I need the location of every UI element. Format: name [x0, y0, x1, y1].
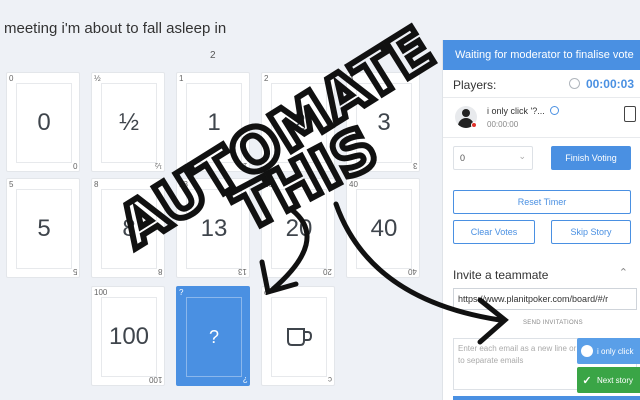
result-row: 0 ⌄ Finish Voting: [443, 138, 640, 174]
chevron-up-icon[interactable]: ⌃: [619, 266, 628, 279]
card-40[interactable]: 40 40 40: [346, 178, 420, 278]
player-time: 00:00:00: [487, 120, 519, 129]
info-icon: [581, 345, 593, 357]
card-13[interactable]: 13 13 13: [176, 178, 250, 278]
clock-icon: [569, 78, 580, 89]
card-face: ?: [186, 297, 242, 377]
finish-voting-button[interactable]: Finish Voting: [551, 146, 631, 170]
card-face: 20: [271, 189, 327, 269]
card-question-selected[interactable]: ? ? ?: [176, 286, 250, 386]
card-2[interactable]: 2 2 2: [261, 72, 335, 172]
story-title: meeting i'm about to fall asleep in: [4, 20, 227, 37]
reset-timer-button[interactable]: Reset Timer: [453, 190, 631, 214]
card-face: 40: [356, 189, 412, 269]
card-3[interactable]: 3 3 3: [346, 72, 420, 172]
players-label: Players:: [453, 78, 497, 92]
card-face: 100: [101, 297, 157, 377]
players-row: Players: 00:00:03: [443, 70, 640, 98]
vote-count: 2: [210, 50, 216, 61]
card-20[interactable]: 20 20 20: [261, 178, 335, 278]
result-select[interactable]: 0 ⌄: [453, 146, 533, 170]
send-button-edge[interactable]: [453, 396, 640, 400]
card-0[interactable]: 0 0 0: [6, 72, 80, 172]
chevron-down-icon: ⌄: [518, 151, 526, 161]
clear-votes-button[interactable]: Clear Votes: [453, 220, 535, 244]
card-coffee[interactable]: c c: [261, 286, 335, 386]
card-face: 2: [271, 83, 327, 163]
card-face: 1: [186, 83, 242, 163]
card-half[interactable]: ½ ½ ½: [91, 72, 165, 172]
invite-hint: SEND INVITATIONS: [523, 320, 583, 326]
card-face: 13: [186, 189, 242, 269]
toast-info[interactable]: i only click: [577, 338, 640, 364]
card-face: 5: [16, 189, 72, 269]
status-dot: [471, 122, 477, 128]
player-row: i only click '?... 00:00:00: [443, 98, 640, 138]
timer: 00:00:03: [585, 77, 634, 91]
card-face: ½: [101, 83, 157, 163]
panel-header: Waiting for moderator to finalise vote: [443, 40, 640, 70]
coffee-cup-icon: [287, 328, 313, 346]
invite-url-field[interactable]: https://www.planitpoker.com/board/#/r: [453, 288, 637, 310]
player-name: i only click '?...: [487, 106, 545, 116]
card-face: 3: [356, 83, 412, 163]
card-icon: [624, 106, 636, 122]
skip-story-button[interactable]: Skip Story: [551, 220, 631, 244]
toast-success[interactable]: ✓ Next story: [577, 367, 640, 393]
card-face: 0: [16, 83, 72, 163]
check-icon: ✓: [582, 374, 592, 387]
card-8[interactable]: 8 8 8: [91, 178, 165, 278]
card-face: [271, 297, 327, 377]
card-face: 8: [101, 189, 157, 269]
check-icon: [550, 106, 559, 115]
card-100[interactable]: 100 100 100: [91, 286, 165, 386]
card-5[interactable]: 5 5 5: [6, 178, 80, 278]
invite-title: Invite a teammate: [453, 268, 549, 282]
card-1[interactable]: 1 1 1: [176, 72, 250, 172]
